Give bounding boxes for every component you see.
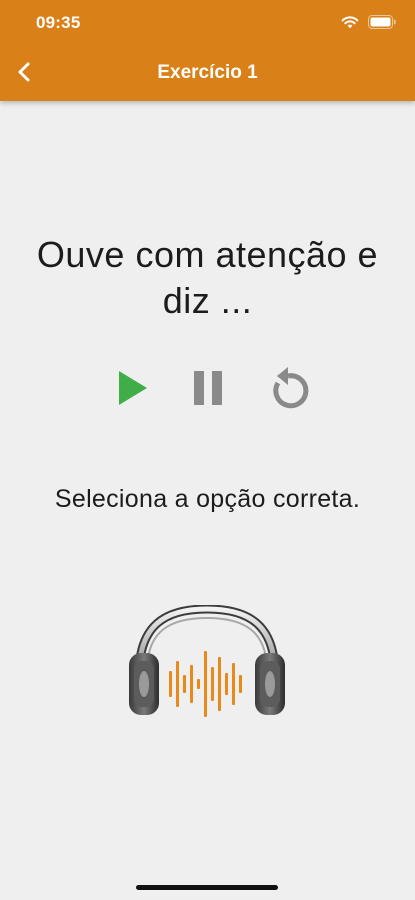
wifi-icon (341, 16, 359, 29)
battery-icon (368, 15, 396, 29)
replay-icon (273, 367, 309, 409)
play-icon (119, 371, 147, 405)
headphones-icon (129, 605, 285, 717)
play-button[interactable] (110, 364, 154, 412)
audio-controls (0, 364, 415, 412)
instruction-text: Seleciona a opção correta. (54, 485, 361, 513)
pause-icon (194, 371, 222, 405)
pause-button[interactable] (186, 364, 230, 412)
top-bar: 09:35 Exercício 1 (0, 0, 415, 101)
prompt-text: Ouve com atenção e diz ... (36, 234, 379, 321)
replay-button[interactable] (262, 364, 314, 412)
home-indicator[interactable] (136, 885, 278, 890)
page-title: Exercício 1 (157, 62, 258, 83)
status-time: 09:35 (36, 13, 81, 32)
status-bar: 09:35 (0, 0, 415, 44)
